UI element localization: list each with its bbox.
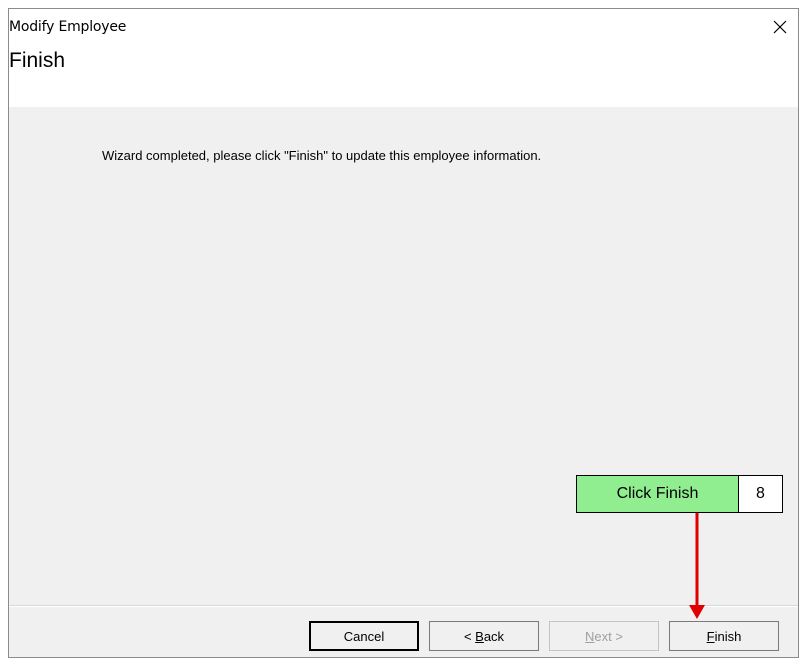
title-bar: Modify Employee [9, 9, 798, 45]
next-button-mnemonic: N [585, 628, 595, 644]
next-button[interactable]: Next > [549, 621, 659, 651]
modify-employee-dialog: Modify Employee Finish Wizard completed,… [8, 8, 799, 658]
arrow-down-icon [689, 513, 705, 619]
next-button-rest: ext > [594, 628, 623, 644]
close-icon [773, 20, 787, 34]
back-button[interactable]: < Back [429, 621, 539, 651]
finish-button-rest: inish [714, 628, 742, 644]
back-button-mnemonic: B [475, 628, 484, 644]
finish-button-mnemonic: F [706, 628, 715, 644]
instruction-callout: Click Finish 8 [576, 475, 783, 513]
wizard-header: Finish [9, 45, 798, 107]
callout-label: Click Finish [577, 476, 739, 512]
page-title: Finish [9, 49, 66, 72]
footer-separator [9, 605, 798, 607]
completion-message: Wizard completed, please click "Finish" … [102, 148, 542, 163]
callout-step-number: 8 [739, 476, 782, 512]
cancel-button[interactable]: Cancel [309, 621, 419, 651]
cancel-button-label: Cancel [343, 628, 385, 644]
close-button[interactable] [762, 9, 798, 45]
back-button-prefix: < [463, 628, 476, 644]
finish-button[interactable]: Finish [669, 621, 779, 651]
window-title: Modify Employee [9, 19, 127, 35]
back-button-rest: ack [483, 628, 505, 644]
